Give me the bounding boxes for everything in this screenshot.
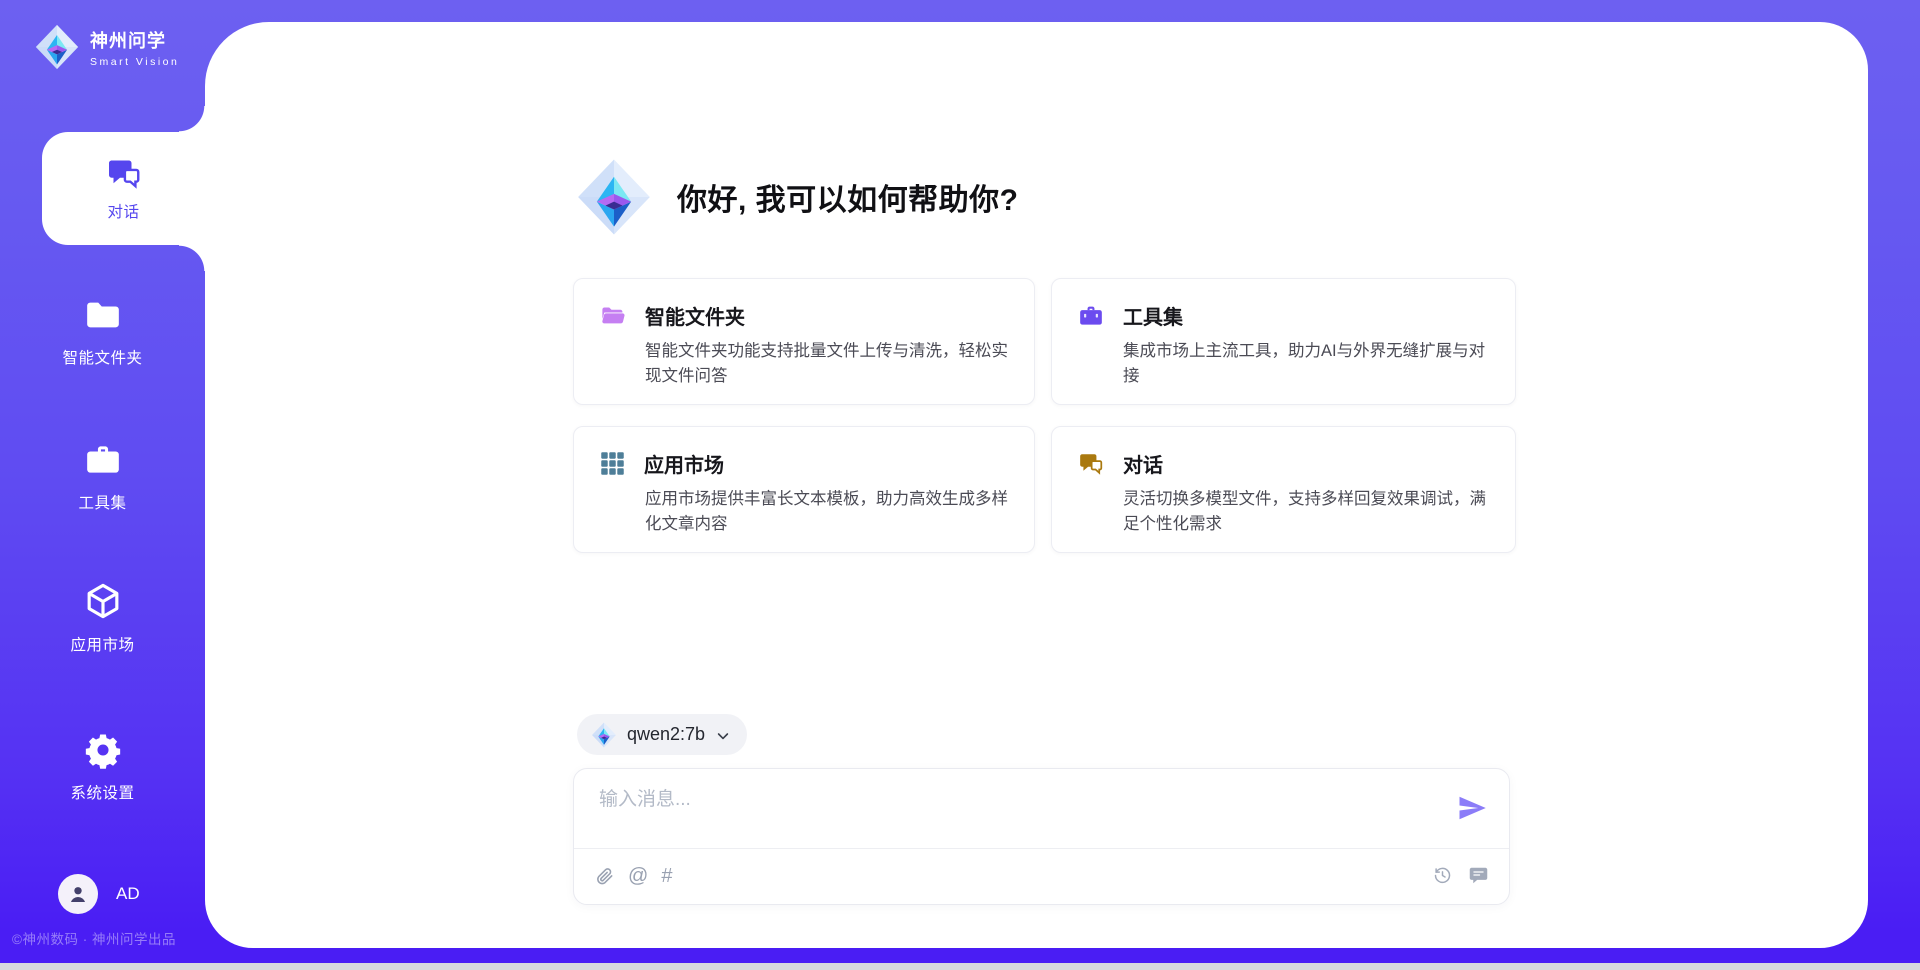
- folder-open-icon: [600, 303, 626, 329]
- greeting: 你好, 我可以如何帮助你?: [575, 158, 1019, 236]
- assistant-logo-icon: [575, 158, 653, 236]
- sidebar-item-toolset[interactable]: 工具集: [0, 441, 205, 513]
- card-title: 对话: [1123, 449, 1163, 478]
- message-input[interactable]: [599, 784, 1439, 840]
- history-icon: [1432, 865, 1453, 886]
- sidebar-item-label: 系统设置: [70, 781, 134, 803]
- at-icon: @: [628, 865, 648, 887]
- comment-icon: [1468, 865, 1489, 886]
- toolbox-icon: [84, 441, 122, 479]
- sidebar-item-app-market[interactable]: 应用市场: [0, 581, 205, 655]
- paperclip-icon: [594, 866, 615, 887]
- model-name: qwen2:7b: [627, 724, 705, 745]
- chat-icon: [106, 156, 142, 192]
- user-account[interactable]: AD: [58, 874, 140, 914]
- feature-cards: 智能文件夹 智能文件夹功能支持批量文件上传与清洗，轻松实现文件问答 工具集 集成…: [573, 278, 1516, 553]
- folder-icon: [84, 296, 122, 334]
- tab-fillet-top: [179, 106, 205, 132]
- card-description: 智能文件夹功能支持批量文件上传与清洗，轻松实现文件问答: [645, 339, 1008, 389]
- sidebar-item-label: 智能文件夹: [62, 346, 142, 368]
- grid-icon: [600, 451, 625, 476]
- brand-subtitle: Smart Vision: [90, 56, 179, 68]
- greeting-title: 你好, 我可以如何帮助你?: [677, 175, 1019, 219]
- sidebar-item-label: 工具集: [78, 491, 126, 513]
- topic-button[interactable]: #: [661, 865, 672, 887]
- brand-logo: 神州问学 Smart Vision: [34, 24, 179, 70]
- brand-name: 神州问学: [90, 27, 179, 53]
- card-title: 工具集: [1123, 301, 1183, 330]
- card-smart-folder[interactable]: 智能文件夹 智能文件夹功能支持批量文件上传与清洗，轻松实现文件问答: [573, 278, 1035, 405]
- card-description: 灵活切换多模型文件，支持多样回复效果调试，满足个性化需求: [1123, 487, 1489, 537]
- sidebar: 神州问学 Smart Vision 对话 智能文件夹 工具集 应用市场 系统设置: [0, 0, 205, 970]
- card-description: 应用市场提供丰富长文本模板，助力高效生成多样化文章内容: [645, 487, 1008, 537]
- hash-icon: #: [661, 865, 672, 887]
- card-description: 集成市场上主流工具，助力AI与外界无缝扩展与对接: [1123, 339, 1489, 389]
- gear-icon: [84, 731, 122, 769]
- sidebar-item-chat[interactable]: 对话: [42, 132, 205, 245]
- send-button[interactable]: [1457, 793, 1487, 823]
- new-chat-button[interactable]: [1468, 865, 1489, 886]
- model-logo-icon: [591, 722, 617, 748]
- avatar: [58, 874, 98, 914]
- card-app-market[interactable]: 应用市场 应用市场提供丰富长文本模板，助力高效生成多样化文章内容: [573, 426, 1035, 553]
- model-selector[interactable]: qwen2:7b: [577, 714, 747, 755]
- sidebar-item-label: 对话: [107, 200, 139, 222]
- card-title: 应用市场: [644, 449, 724, 478]
- card-toolset[interactable]: 工具集 集成市场上主流工具，助力AI与外界无缝扩展与对接: [1051, 278, 1516, 405]
- send-icon: [1457, 793, 1487, 823]
- sidebar-item-settings[interactable]: 系统设置: [0, 731, 205, 803]
- mention-button[interactable]: @: [628, 865, 648, 887]
- user-name: AD: [116, 884, 140, 904]
- tab-fillet-bottom: [179, 245, 205, 271]
- composer-divider: [574, 848, 1509, 849]
- chevron-down-icon: [715, 728, 731, 744]
- brand-logo-icon: [34, 24, 80, 70]
- sidebar-footer: ©神州数码 · 神州问学出品: [12, 928, 176, 948]
- briefcase-icon: [1078, 303, 1104, 329]
- message-composer: @ #: [573, 768, 1510, 905]
- sidebar-item-smart-folder[interactable]: 智能文件夹: [0, 296, 205, 368]
- window-edge: [0, 963, 1920, 970]
- card-chat[interactable]: 对话 灵活切换多模型文件，支持多样回复效果调试，满足个性化需求: [1051, 426, 1516, 553]
- sidebar-item-label: 应用市场: [70, 633, 134, 655]
- cube-icon: [83, 581, 123, 621]
- attach-file-button[interactable]: [594, 866, 615, 887]
- chat-bubbles-icon: [1078, 451, 1104, 477]
- card-title: 智能文件夹: [645, 301, 745, 330]
- history-button[interactable]: [1432, 865, 1453, 886]
